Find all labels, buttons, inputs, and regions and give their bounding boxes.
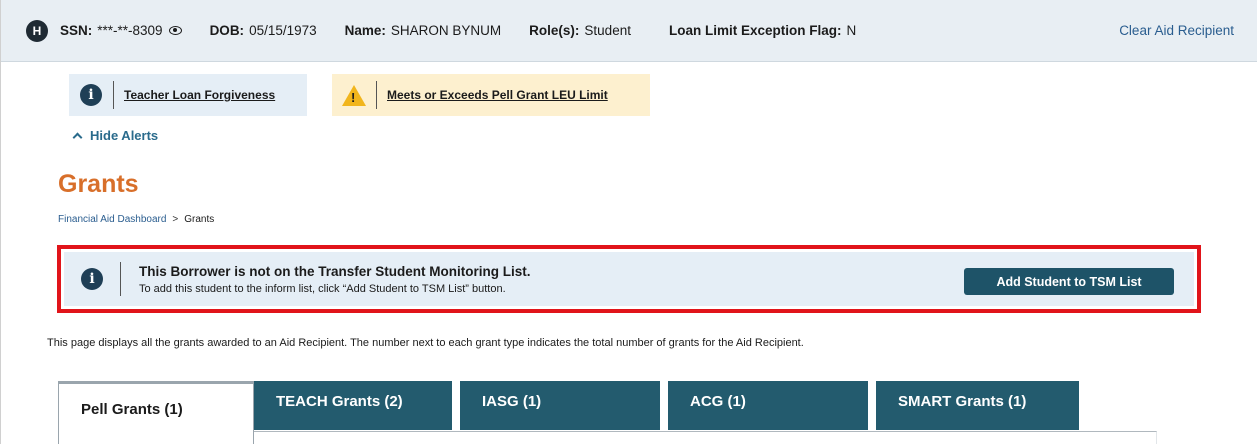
dob-field: DOB: 05/15/1973 [210,23,317,38]
ssn-value: ***-**-8309 [97,23,163,38]
tsm-message: This Borrower is not on the Transfer Stu… [139,264,531,295]
ssn-field: SSN: ***-**-8309 [60,23,182,38]
tab-iasg[interactable]: IASG (1) [460,381,660,430]
tab-panel-top-border [254,431,1157,444]
pell-leu-limit-link[interactable]: Meets or Exceeds Pell Grant LEU Limit [387,88,608,102]
add-student-to-tsm-list-button[interactable]: Add Student to TSM List [964,268,1174,295]
tsm-heading: This Borrower is not on the Transfer Stu… [139,263,531,279]
breadcrumb-separator-icon: > [172,214,179,225]
tab-pell-grants[interactable]: Pell Grants (1) [58,381,254,444]
loan-limit-flag-label: Loan Limit Exception Flag: [668,23,842,38]
alert-warning-icon-wrap: ! [332,74,376,116]
aid-recipient-header: H SSN: ***-**-8309 DOB: 05/15/1973 Name:… [1,0,1257,62]
alert-divider [113,81,114,109]
tab-teach-grants[interactable]: TEACH Grants (2) [254,381,452,430]
pell-leu-limit-alert: ! Meets or Exceeds Pell Grant LEU Limit [332,74,650,116]
eye-icon[interactable] [168,26,182,35]
tsm-subtext: To add this student to the inform list, … [139,282,506,295]
breadcrumb-current: Grants [184,214,215,225]
tsm-info-icon-wrap: i [64,268,120,290]
roles-label: Role(s): [529,23,580,38]
h-badge-icon: H [26,19,48,42]
tab-smart-grants[interactable]: SMART Grants (1) [876,381,1079,430]
tab-acg[interactable]: ACG (1) [668,381,868,430]
teacher-loan-forgiveness-link[interactable]: Teacher Loan Forgiveness [124,88,275,102]
warning-icon: ! [342,84,366,106]
chevron-up-icon [72,132,83,143]
loan-limit-flag-value: N [846,23,857,38]
dob-label: DOB: [209,23,245,38]
breadcrumb-financial-aid-dashboard[interactable]: Financial Aid Dashboard [58,214,166,225]
name-label: Name: [344,23,386,38]
ssn-label: SSN: [60,23,93,38]
info-icon: i [80,84,102,106]
hide-alerts-toggle[interactable]: Hide Alerts [72,128,159,143]
page-frame: H SSN: ***-**-8309 DOB: 05/15/1973 Name:… [0,0,1257,444]
page-description: This page displays all the grants awarde… [47,337,804,349]
tsm-divider [120,262,121,296]
roles-value: Student [584,23,631,38]
clear-aid-recipient-link[interactable]: Clear Aid Recipient [1119,23,1234,38]
tsm-status-panel: i This Borrower is not on the Transfer S… [64,252,1194,306]
teacher-loan-forgiveness-alert: i Teacher Loan Forgiveness [69,74,307,116]
name-value: SHARON BYNUM [390,23,502,38]
alert-info-icon-wrap: i [69,74,113,116]
alert-divider [376,81,377,109]
roles-field: Role(s): Student [529,23,631,38]
name-field: Name: SHARON BYNUM [345,23,502,38]
breadcrumb: Financial Aid Dashboard > Grants [58,214,214,225]
loan-limit-flag-field: Loan Limit Exception Flag: N [669,23,856,38]
page-title: Grants [58,170,139,198]
hide-alerts-label: Hide Alerts [90,128,159,143]
info-icon: i [81,268,103,290]
dob-value: 05/15/1973 [249,23,317,38]
